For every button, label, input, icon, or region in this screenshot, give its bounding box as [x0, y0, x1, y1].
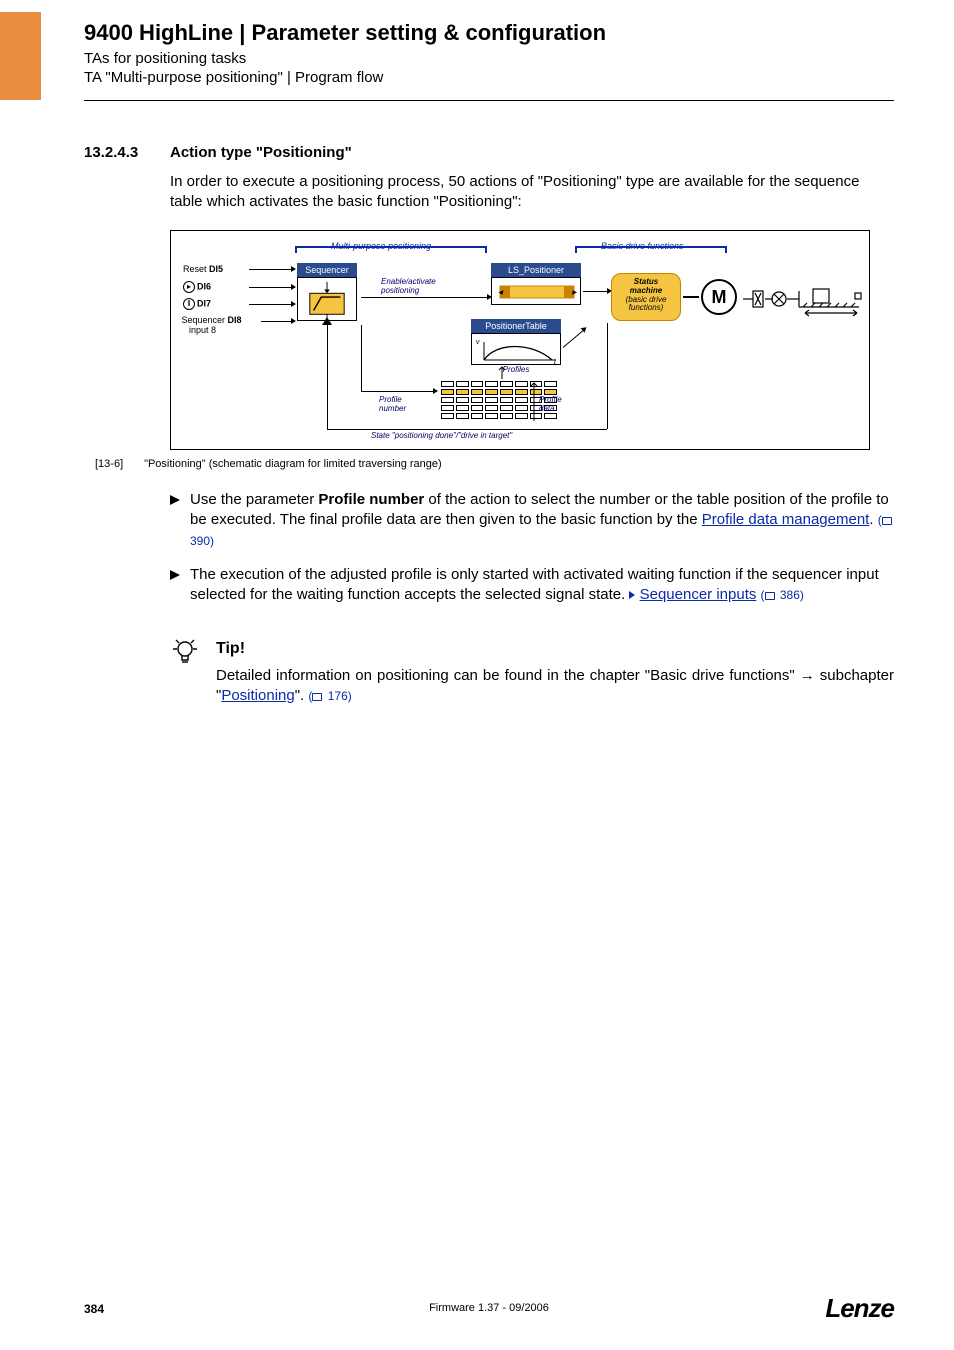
mechanical-drawing	[743, 281, 863, 317]
page-ref-176[interactable]: ( 176)	[308, 689, 351, 703]
side-accent-bar	[0, 12, 41, 100]
arrow-di7	[249, 304, 291, 305]
reset-label: Reset	[183, 264, 207, 274]
di-row-reset: Reset DI5	[183, 264, 223, 274]
header-rule	[84, 100, 894, 101]
di-row-6: ▸DI6	[183, 281, 211, 293]
positioner-table-body: v t	[471, 333, 561, 365]
tip-label: Tip!	[216, 640, 894, 658]
firmware-version: Firmware 1.37 - 09/2006	[429, 1302, 549, 1314]
bullet-1: Use the parameter Profile number of the …	[170, 490, 894, 551]
di6-label: DI6	[197, 281, 211, 291]
schematic-diagram: Multi-purpose positioning Basic drive fu…	[170, 230, 870, 450]
label-basic: Basic drive functions	[601, 241, 684, 251]
intro-paragraph: In order to execute a positioning proces…	[170, 172, 894, 213]
state-line-h	[327, 429, 607, 430]
conn-seq-grid	[361, 325, 362, 391]
arrow-profile-num	[361, 391, 433, 392]
di5-label: DI5	[209, 264, 223, 274]
svg-text:▶: ▶	[571, 290, 577, 296]
profiles-label: Profiles	[471, 365, 561, 374]
seqin2-label: input 8	[189, 325, 216, 335]
sequencer-icon	[298, 278, 356, 320]
profile-curve-icon: v t	[472, 334, 562, 366]
page-ref-386[interactable]: ( 386)	[761, 588, 804, 602]
enable-label: Enable/activatepositioning	[381, 277, 436, 295]
arrow-di6	[249, 287, 291, 288]
arrow-pos-status	[583, 291, 607, 292]
di-row-7: ‖DI7	[183, 298, 211, 310]
page-number: 384	[84, 1302, 104, 1316]
page-header: 9400 HighLine | Parameter setting & conf…	[84, 20, 894, 86]
section-number: 13.2.4.3	[84, 144, 138, 161]
header-subtitle-1: TAs for positioning tasks	[84, 50, 894, 67]
state-label: State "positioning done"/"drive in targe…	[371, 431, 512, 440]
positioner-icon: ◀ ▶	[492, 278, 582, 306]
figure-caption: [13-6] "Positioning" (schematic diagram …	[95, 458, 442, 470]
bullet-list: Use the parameter Profile number of the …	[170, 490, 894, 619]
positioner-table-title: PositionerTable	[471, 319, 561, 333]
sequencer-title: Sequencer	[297, 263, 357, 277]
motor-symbol: M	[701, 279, 737, 315]
state-line-v2	[607, 323, 608, 429]
play-icon: ▸	[183, 281, 195, 293]
profile-data-label: Profiledata	[539, 395, 562, 413]
di8-label: DI8	[228, 315, 242, 325]
tip-block: Tip! Detailed information on positioning…	[170, 640, 894, 707]
ls-positioner-title: LS_Positioner	[491, 263, 581, 277]
link-positioning[interactable]: Positioning	[221, 687, 294, 704]
header-title: 9400 HighLine | Parameter setting & conf…	[84, 20, 894, 46]
arrow-enable	[361, 297, 487, 298]
status-machine-box: Status machine (basic drive functions)	[611, 273, 681, 321]
arrow-ptable-pos	[563, 330, 584, 347]
arrow-grid-up	[497, 365, 507, 381]
triangle-icon	[629, 591, 635, 599]
arrow-profile-data	[529, 381, 539, 423]
arrow-state-seq	[322, 317, 332, 327]
caption-num: [13-6]	[95, 458, 141, 470]
di-row-8: Sequencer DI8	[177, 315, 242, 325]
bullet-2: The execution of the adjusted profile is…	[170, 565, 894, 606]
header-subtitle-2: TA "Multi-purpose positioning" | Program…	[84, 69, 894, 86]
page-footer: 384 Firmware 1.37 - 09/2006	[84, 1302, 894, 1316]
ls-positioner-body: ◀ ▶	[491, 277, 581, 305]
caption-text: "Positioning" (schematic diagram for lim…	[144, 458, 442, 470]
arrow-di5	[249, 269, 291, 270]
link-profile-data-mgmt[interactable]: Profile data management	[702, 511, 870, 528]
seqin-label: Sequencer	[177, 315, 225, 325]
svg-text:v: v	[476, 339, 480, 346]
pause-icon: ‖	[183, 298, 195, 310]
label-multi: Multi-purpose positioning	[331, 241, 431, 251]
di7-label: DI7	[197, 298, 211, 308]
lightbulb-icon	[170, 636, 200, 666]
tip-body: Detailed information on positioning can …	[216, 666, 894, 707]
status-l4: functions)	[612, 304, 680, 313]
profile-num-label: Profilenumber	[379, 395, 406, 413]
arrow-di8	[261, 321, 291, 322]
state-line-v1	[327, 323, 328, 429]
section-title: Action type "Positioning"	[170, 144, 352, 161]
conn-status-motor	[683, 296, 699, 298]
rarrow-icon: →	[800, 666, 815, 686]
sequencer-body	[297, 277, 357, 321]
lenze-logo: Lenze	[825, 1293, 894, 1324]
link-sequencer-inputs[interactable]: Sequencer inputs	[640, 586, 757, 603]
